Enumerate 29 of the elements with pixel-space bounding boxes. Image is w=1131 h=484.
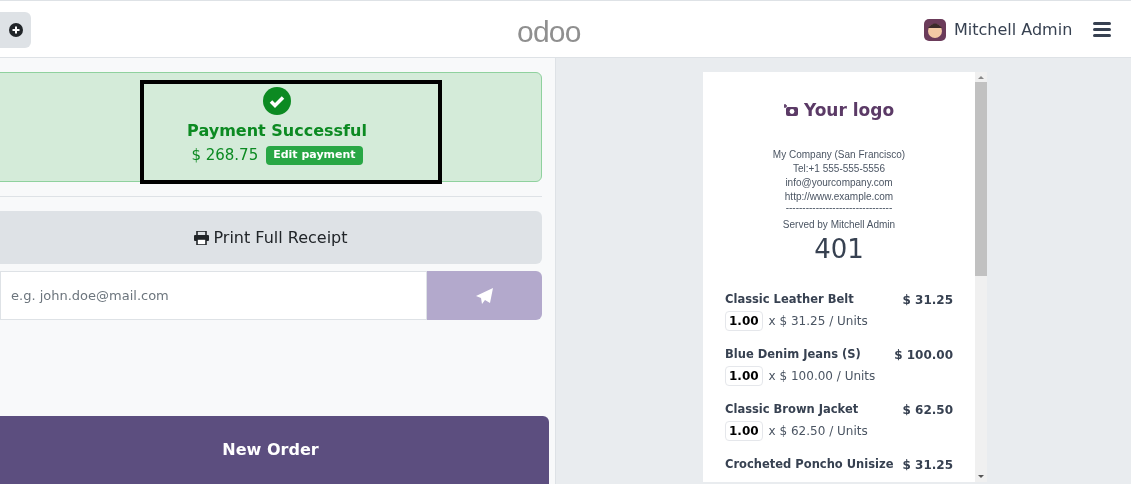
company-info: My Company (San Francisco) — [772, 147, 906, 162]
dashed-separator: -------------------------------- — [785, 203, 893, 212]
company-info: info@yourcompany.com — [785, 175, 893, 190]
product-name: Blue Denim Jeans (S) — [725, 345, 861, 363]
receipt-logo: Your logo — [803, 99, 895, 122]
quantity: 1.00 — [725, 310, 763, 331]
unit-price: x $ 31.25 / Units — [768, 312, 868, 330]
unit-price: x $ 100.00 / Units — [768, 367, 876, 385]
email-field[interactable]: e.g. john.doe@mail.com — [0, 271, 427, 320]
company-info: http://www.example.com — [784, 189, 894, 204]
order-number: 401 — [814, 232, 864, 265]
line-total: $ 62.50 — [902, 401, 953, 419]
product-name: Classic Leather Belt — [725, 290, 854, 308]
product-name: Crocheted Poncho Unisize — [725, 455, 894, 473]
quantity: 1.00 — [725, 420, 763, 441]
user-name[interactable]: Mitchell Admin — [954, 18, 1073, 42]
quantity: 1.00 — [725, 365, 763, 386]
line-total: $ 100.00 — [894, 346, 953, 364]
unit-price: x $ 62.50 / Units — [768, 422, 868, 440]
payment-amount: $ 268.75 — [191, 145, 259, 167]
logo: odoo — [517, 14, 581, 50]
line-total: $ 31.25 — [902, 291, 953, 309]
payment-status: Payment Successful — [187, 120, 367, 143]
line-total: $ 31.25 — [902, 456, 953, 474]
served-by: Served by Mitchell Admin — [782, 217, 896, 232]
product-name: Classic Brown Jacket — [725, 400, 859, 418]
print-receipt-button[interactable]: Print Full Receipt — [0, 211, 542, 264]
new-order-button[interactable]: New Order — [0, 416, 549, 484]
company-info: Tel:+1 555-555-5556 — [792, 161, 885, 176]
